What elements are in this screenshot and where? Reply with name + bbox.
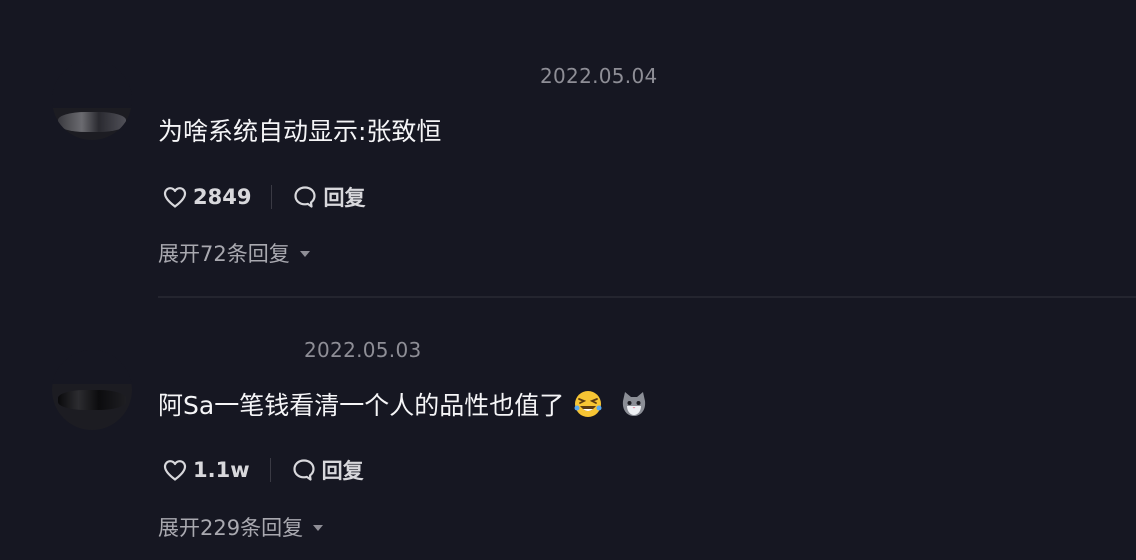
cat-emoji-icon bbox=[623, 392, 646, 416]
comment-actions: 2849 回复 bbox=[162, 182, 365, 212]
caret-down-icon bbox=[313, 525, 324, 531]
expand-replies-label: 展开72条回复 bbox=[158, 242, 290, 266]
reply-label: 回复 bbox=[323, 186, 366, 210]
like-button[interactable]: 2849 bbox=[162, 185, 251, 209]
comment-text: 阿Sa一笔钱看清一个人的品性也值了 bbox=[158, 391, 565, 420]
comment-item: 2022.05.04 为啥系统自动显示:张致恒 2849 回复 展开72条回复 bbox=[0, 0, 1136, 298]
comment-date: 2022.05.03 bbox=[304, 338, 422, 362]
avatar[interactable] bbox=[52, 350, 132, 430]
comment-date: 2022.05.04 bbox=[540, 64, 658, 88]
comment-text: 为啥系统自动显示:张致恒 bbox=[158, 117, 442, 146]
like-button[interactable]: 1.1w bbox=[162, 458, 250, 482]
like-count: 2849 bbox=[193, 185, 252, 209]
heart-outline-icon bbox=[163, 460, 187, 481]
speech-bubble-icon bbox=[293, 459, 315, 481]
speech-bubble-icon bbox=[294, 186, 317, 208]
avatar[interactable] bbox=[52, 60, 132, 140]
action-separator bbox=[271, 185, 273, 209]
action-separator bbox=[269, 458, 271, 482]
like-count: 1.1w bbox=[193, 458, 250, 482]
reply-label: 回复 bbox=[321, 459, 364, 483]
comment-text-row: 阿Sa一笔钱看清一个人的品性也值了 bbox=[158, 386, 650, 422]
reply-button[interactable]: 回复 bbox=[291, 455, 364, 485]
reply-button[interactable]: 回复 bbox=[292, 182, 365, 212]
expand-replies-button[interactable]: 展开72条回复 bbox=[158, 238, 310, 268]
caret-down-icon bbox=[299, 251, 310, 257]
rofl-emoji-icon bbox=[574, 391, 602, 417]
comment-actions: 1.1w 回复 bbox=[162, 455, 364, 485]
expand-replies-label: 展开229条回复 bbox=[158, 516, 304, 540]
comment-item: 2022.05.03 阿Sa一笔钱看清一个人的品性也值了 1.1w 回复 展开2… bbox=[0, 298, 1136, 560]
expand-replies-button[interactable]: 展开229条回复 bbox=[158, 512, 324, 542]
heart-outline-icon bbox=[163, 187, 187, 208]
